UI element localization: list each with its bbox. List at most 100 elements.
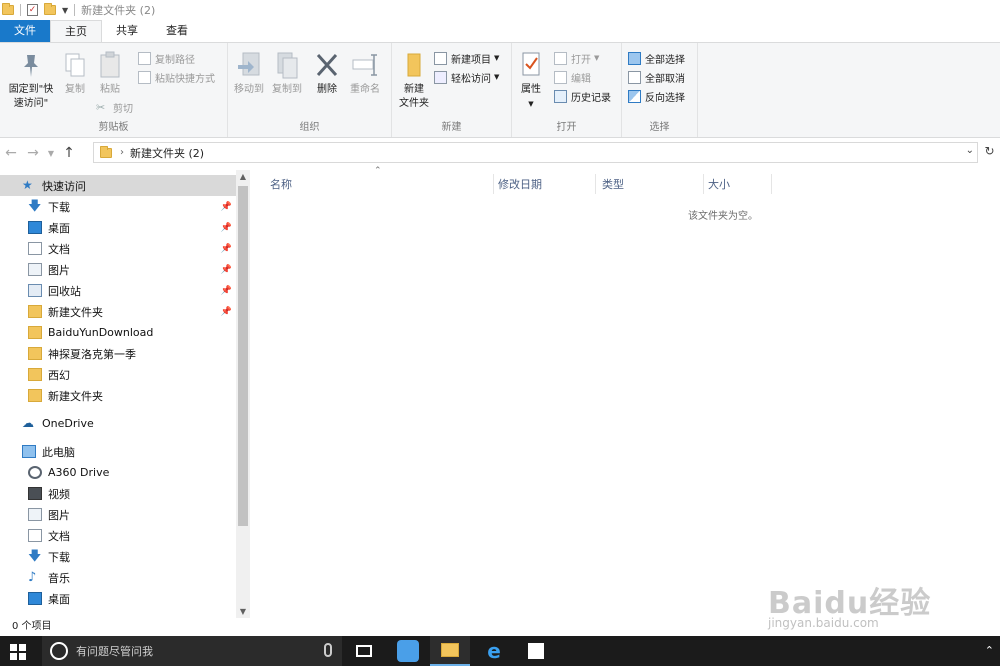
nav-item-new-folder[interactable]: 新建文件夹 📌 — [0, 301, 236, 322]
tab-home[interactable]: 主页 — [50, 20, 102, 42]
easy-access-dropdown-icon: ▼ — [494, 73, 500, 81]
windows-start-icon[interactable] — [10, 644, 26, 660]
breadcrumb[interactable]: 新建文件夹 (2) — [130, 145, 204, 161]
pin-icon[interactable]: 📌 — [221, 202, 232, 212]
pin-icon[interactable]: 📌 — [221, 223, 232, 233]
recent-locations-icon[interactable]: ▼ — [44, 149, 58, 158]
pin-to-quick-access-button[interactable]: 固定到"快 速访问" — [4, 49, 58, 111]
column-header-date-modified[interactable]: 修改日期 — [492, 174, 596, 194]
forward-arrow-icon[interactable]: → — [22, 145, 44, 161]
new-folder-button[interactable]: 新建 文件夹 — [396, 49, 432, 111]
cortana-search-box[interactable]: 有问题尽管问我 — [42, 636, 342, 666]
column-header-type[interactable]: 类型 — [596, 174, 704, 194]
nav-label: A360 Drive — [48, 466, 110, 479]
document-icon — [28, 242, 42, 255]
store-app-icon[interactable] — [516, 636, 556, 666]
clipboard-group: 固定到"快 速访问" 复制 粘贴 复制路径 粘贴快捷方式 ✂ 剪切 剪贴板 — [0, 43, 228, 137]
new-folder-quick-icon[interactable] — [44, 3, 56, 15]
delete-button[interactable]: 删除 — [312, 49, 342, 97]
nav-item-pictures[interactable]: 图片 📌 — [0, 259, 236, 280]
nav-label: OneDrive — [42, 417, 94, 430]
copy-to-label: 复制到 — [272, 84, 302, 95]
nav-this-pc[interactable]: 此电脑 — [0, 441, 236, 462]
nav-item-desktop[interactable]: 桌面 📌 — [0, 217, 236, 238]
computer-icon — [22, 445, 36, 458]
cut-button[interactable]: ✂ 剪切 — [96, 98, 133, 116]
rename-button[interactable]: 重命名 — [346, 49, 384, 97]
baidu-netdisk-app-icon[interactable] — [388, 636, 428, 666]
nav-label: 音乐 — [48, 571, 70, 585]
properties-button[interactable]: 属性 ▼ — [516, 49, 546, 111]
file-explorer-app-icon[interactable] — [430, 636, 470, 666]
pin-icon[interactable]: 📌 — [221, 307, 232, 317]
open-button[interactable]: 打开 ▼ — [554, 49, 599, 67]
nav-item-recycle-bin[interactable]: 回收站 📌 — [0, 280, 236, 301]
file-list[interactable]: ⌃ 名称 修改日期 类型 大小 该文件夹为空。 — [252, 166, 1000, 618]
address-bar[interactable]: › 新建文件夹 (2) ⌄ — [93, 142, 978, 163]
properties-quick-icon[interactable]: ✓ — [27, 4, 38, 16]
refresh-icon[interactable]: ↻ — [981, 144, 998, 161]
nav-item-sherlock[interactable]: 神探夏洛克第一季 — [0, 343, 236, 364]
copy-path-button[interactable]: 复制路径 — [138, 49, 195, 67]
breadcrumb-chevron-icon[interactable]: › — [120, 147, 124, 158]
nav-item-documents[interactable]: 文档 📌 — [0, 238, 236, 259]
nav-item-baiduyundownload[interactable]: BaiduYunDownload — [0, 322, 236, 343]
new-item-button[interactable]: 新建项目 ▼ — [434, 49, 499, 67]
task-view-icon[interactable] — [344, 636, 384, 666]
back-arrow-icon[interactable]: ← — [0, 145, 22, 161]
cloud-icon: ☁ — [22, 416, 34, 430]
easy-access-button[interactable]: 轻松访问 ▼ — [434, 68, 499, 86]
select-none-button[interactable]: 全部取消 — [628, 68, 685, 86]
copy-button[interactable]: 复制 — [60, 49, 90, 97]
copy-path-icon — [138, 51, 151, 65]
nav-item-music[interactable]: ♪ 音乐 — [0, 567, 236, 588]
nav-quick-access[interactable]: ★ 快速访问 — [0, 175, 236, 196]
nav-item-xihuan[interactable]: 西幻 — [0, 364, 236, 385]
select-none-icon — [628, 70, 641, 84]
tab-file[interactable]: 文件 — [0, 20, 50, 42]
nav-item-desktop-pc[interactable]: 桌面 — [0, 588, 236, 609]
scrollbar-thumb[interactable] — [238, 186, 248, 526]
column-header-size[interactable]: 大小 — [702, 174, 772, 194]
nav-item-new-folder-2[interactable]: 新建文件夹 — [0, 385, 236, 406]
paste-button[interactable]: 粘贴 — [94, 49, 126, 97]
nav-item-videos[interactable]: 视频 — [0, 483, 236, 504]
invert-selection-button[interactable]: 反向选择 — [628, 87, 685, 105]
nav-item-downloads-pc[interactable]: 🡇 下载 — [0, 546, 236, 567]
nav-item-a360-drive[interactable]: A360 Drive — [0, 462, 236, 483]
nav-item-downloads[interactable]: 🡇 下载 📌 — [0, 196, 236, 217]
move-to-button[interactable]: 移动到 — [232, 49, 266, 97]
tray-chevron-icon[interactable]: ⌃ — [985, 644, 994, 657]
edge-browser-icon[interactable]: e — [474, 636, 514, 666]
scroll-down-icon[interactable]: ▼ — [236, 607, 250, 616]
folder-icon — [28, 389, 42, 402]
scroll-up-icon[interactable]: ▲ — [236, 172, 250, 181]
nav-item-pictures-pc[interactable]: 图片 — [0, 504, 236, 525]
copy-to-button[interactable]: 复制到 — [270, 49, 304, 97]
title-separator — [74, 4, 76, 16]
microphone-icon[interactable] — [324, 643, 332, 657]
select-all-label: 全部选择 — [645, 54, 685, 66]
properties-label: 属性 — [521, 84, 541, 95]
column-header-name[interactable]: 名称 — [264, 174, 494, 194]
document-icon — [28, 529, 42, 542]
nav-item-documents-pc[interactable]: 文档 — [0, 525, 236, 546]
video-icon — [28, 487, 42, 500]
up-arrow-icon[interactable]: ↑ — [58, 145, 80, 161]
tab-share[interactable]: 共享 — [102, 20, 152, 42]
nav-onedrive[interactable]: ☁ OneDrive — [0, 413, 236, 434]
history-button[interactable]: 历史记录 — [554, 87, 611, 105]
tab-view[interactable]: 查看 — [152, 20, 202, 42]
download-icon: 🡇 — [28, 199, 42, 214]
paste-shortcut-button[interactable]: 粘贴快捷方式 — [138, 68, 215, 86]
pin-icon[interactable]: 📌 — [221, 265, 232, 275]
picture-icon — [28, 263, 42, 276]
address-dropdown-icon[interactable]: ⌄ — [966, 145, 974, 156]
status-bar: 0 个项目 — [0, 618, 1000, 636]
select-all-button[interactable]: 全部选择 — [628, 49, 685, 67]
navigation-scrollbar[interactable]: ▲ ▼ — [236, 170, 250, 618]
pin-icon[interactable]: 📌 — [221, 286, 232, 296]
edit-button[interactable]: 编辑 — [554, 68, 591, 86]
pin-icon[interactable]: 📌 — [221, 244, 232, 254]
customize-quick-access-icon[interactable]: ▼ — [62, 6, 68, 15]
